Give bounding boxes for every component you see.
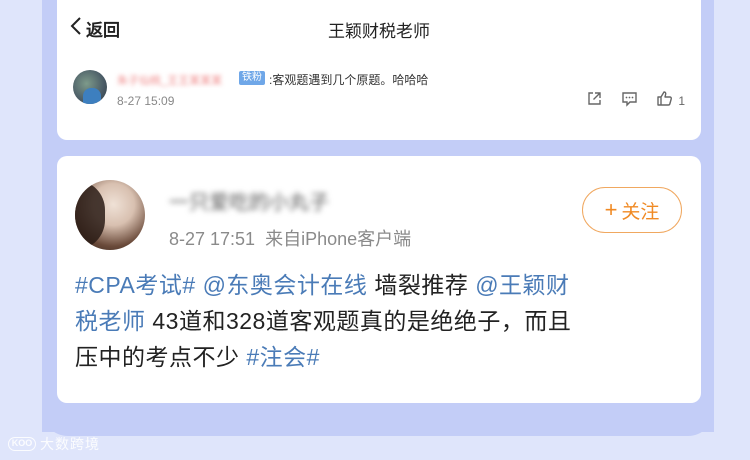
share-button[interactable] [586, 90, 603, 112]
poster-name[interactable]: 一只爱吃的小丸子 [169, 186, 329, 215]
hashtag-cpa[interactable]: #CPA考试# [75, 272, 196, 298]
comment-item: 朱子仙桃_王王某某某 铁粉 :客观题遇到几个原题。哈哈哈 8-27 15:09 … [73, 70, 685, 110]
mention-dongao[interactable]: @东奥会计在线 [203, 272, 368, 298]
share-icon [586, 90, 603, 112]
follow-label: 关注 [621, 201, 660, 223]
page-title: 王颖财税老师 [328, 22, 430, 41]
comment-actions: 1 [568, 90, 685, 112]
watermark-logo: KOO [8, 437, 36, 451]
comment-card: 返回 王颖财税老师 朱子仙桃_王王某某某 铁粉 :客观题遇到几个原题。哈哈哈 8… [57, 0, 701, 140]
comment-time: 8-27 15:09 [117, 94, 175, 108]
post-text-1: 墙裂推荐 [374, 272, 469, 298]
nav-bar: 返回 王颖财税老师 [57, 0, 701, 56]
fan-badge: 铁粉 [239, 71, 265, 85]
post-content: #CPA考试# @东奥会计在线 墙裂推荐 @王颖财 税老师 43道和328道客观… [75, 267, 687, 375]
post-meta: 8-27 17:51 来自iPhone客户端 [169, 225, 411, 251]
plus-icon: + [604, 197, 618, 222]
mention-wangying-part1[interactable]: @王颖财 [475, 272, 569, 298]
commenter-name[interactable]: 朱子仙桃_王王某某某 [117, 72, 235, 87]
post-line-1: #CPA考试# @东奥会计在线 墙裂推荐 @王颖财 [75, 267, 687, 303]
like-icon [656, 90, 673, 112]
post-text-2: 43道和328道客观题真的是绝绝子，而且 [152, 308, 572, 334]
commenter-avatar[interactable] [73, 70, 107, 104]
mention-wangying-part2[interactable]: 税老师 [75, 308, 146, 334]
watermark-text: 大数跨境 [40, 436, 100, 452]
post-text-3: 压中的考点不少 [75, 344, 240, 370]
comment-icon [621, 90, 638, 112]
comment-text: :客观题遇到几个原题。哈哈哈 [269, 73, 429, 87]
like-count: 1 [678, 94, 685, 108]
post-date: 8-27 17:51 [169, 229, 256, 249]
post-card: 一只爱吃的小丸子 8-27 17:51 来自iPhone客户端 + 关注 #CPA… [57, 156, 701, 403]
follow-button[interactable]: + 关注 [582, 187, 682, 233]
post-source: 来自iPhone客户端 [265, 229, 412, 249]
hashtag-zhuhui[interactable]: #注会# [246, 344, 320, 370]
poster-avatar[interactable] [75, 180, 145, 250]
reply-button[interactable] [621, 90, 638, 112]
watermark: KOO 大数跨境 [8, 434, 100, 454]
post-line-2: 税老师 43道和328道客观题真的是绝绝子，而且 [75, 303, 687, 339]
outer-frame-bottom [0, 432, 750, 460]
post-line-3: 压中的考点不少 #注会# [75, 339, 687, 375]
like-button[interactable]: 1 [656, 90, 685, 112]
outer-frame-right [714, 0, 750, 460]
outer-frame-left [0, 0, 42, 460]
